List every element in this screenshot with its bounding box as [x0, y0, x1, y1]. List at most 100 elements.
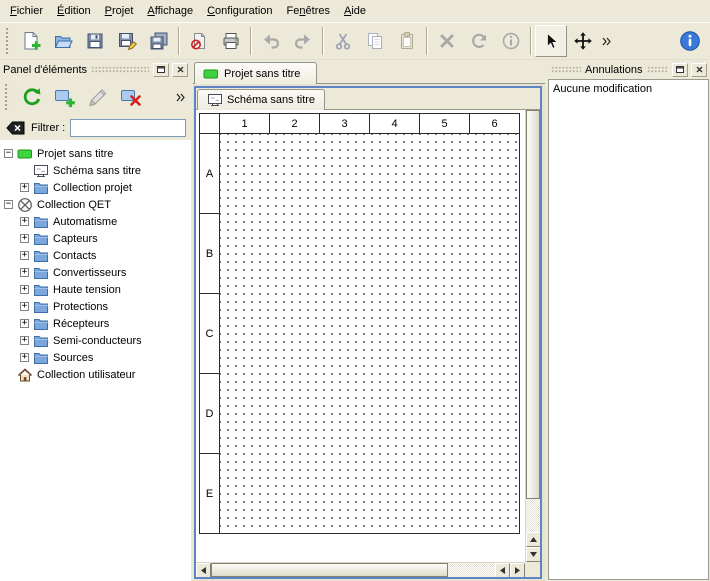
- menu-aide[interactable]: Aide: [337, 2, 373, 20]
- menu-projet[interactable]: Projet: [98, 2, 141, 20]
- undo-button[interactable]: [255, 25, 287, 57]
- redo-button[interactable]: [287, 25, 319, 57]
- tree-item-projet-sans-titre[interactable]: −Projet sans titre: [0, 145, 191, 162]
- copy-button[interactable]: [359, 25, 391, 57]
- expand-icon[interactable]: +: [20, 285, 29, 294]
- about-button[interactable]: [674, 25, 706, 57]
- select-tool-button[interactable]: [535, 25, 567, 57]
- column-header-1: 1: [220, 114, 270, 134]
- close-panel-button[interactable]: [691, 63, 707, 77]
- rotate-button[interactable]: [463, 25, 495, 57]
- new-document-icon: [21, 31, 41, 51]
- tree-item-automatisme[interactable]: +Automatisme: [0, 213, 191, 230]
- cut-button[interactable]: [327, 25, 359, 57]
- tree-item-sources[interactable]: +Sources: [0, 349, 191, 366]
- tree-item-schema-sans-titre[interactable]: Schéma sans titre: [0, 162, 191, 179]
- move-cross-icon: [573, 31, 593, 51]
- scroll-down-button[interactable]: [526, 547, 540, 562]
- arrow-up-icon: [530, 537, 537, 542]
- v-scroll-track[interactable]: [526, 499, 540, 532]
- close-file-button[interactable]: [183, 25, 215, 57]
- expand-icon[interactable]: +: [20, 319, 29, 328]
- pan-tool-button[interactable]: [567, 25, 599, 57]
- tree-item-recepteurs[interactable]: +Récepteurs: [0, 315, 191, 332]
- schema-icon: [33, 163, 49, 179]
- menu-fenetres[interactable]: Fenêtres: [280, 2, 337, 20]
- tree-item-contacts[interactable]: + Contacts: [0, 247, 191, 264]
- project-icon: [203, 66, 219, 82]
- delete-button[interactable]: [431, 25, 463, 57]
- save-button[interactable]: [79, 25, 111, 57]
- save-all-button[interactable]: [143, 25, 175, 57]
- collapse-icon[interactable]: −: [4, 200, 13, 209]
- expand-icon[interactable]: +: [20, 251, 29, 260]
- row-header-C: C: [200, 294, 220, 374]
- print-button[interactable]: [215, 25, 247, 57]
- expand-icon[interactable]: +: [20, 234, 29, 243]
- project-tab-label: Projet sans titre: [224, 68, 300, 80]
- row-headers: ABCDE: [200, 134, 220, 534]
- v-scroll-thumb[interactable]: [526, 110, 540, 499]
- expand-icon[interactable]: +: [20, 217, 29, 226]
- delete-element-button[interactable]: [116, 82, 146, 112]
- tree-item-haute-tension[interactable]: +Haute tension: [0, 281, 191, 298]
- clear-filter-button[interactable]: [5, 119, 26, 136]
- h-scroll-thumb[interactable]: [211, 563, 448, 577]
- redo-arrow-icon: [293, 31, 313, 51]
- scroll-left-button[interactable]: [495, 563, 510, 577]
- menu-edition[interactable]: Édition: [50, 2, 98, 20]
- tree-item-semi-conducteurs[interactable]: +Semi-conducteurs: [0, 332, 191, 349]
- horizontal-scrollbar[interactable]: [196, 562, 525, 577]
- expand-icon[interactable]: +: [20, 183, 29, 192]
- elements-toolbar-overflow-button[interactable]: [173, 85, 188, 109]
- elements-toolbar-grip[interactable]: [4, 83, 9, 111]
- menu-configuration[interactable]: Configuration: [200, 2, 279, 20]
- floppy-all-icon: [149, 31, 169, 51]
- tree-item-label: Contacts: [53, 250, 96, 262]
- tree-item-label: Collection utilisateur: [37, 369, 135, 381]
- tab-projet-sans-titre[interactable]: Projet sans titre: [194, 62, 317, 84]
- tree-item-collection-projet[interactable]: +Collection projet: [0, 179, 191, 196]
- tree-item-collection-qet[interactable]: −Collection QET: [0, 196, 191, 213]
- tools-overflow-button[interactable]: [599, 25, 614, 57]
- tree-item-label: Capteurs: [53, 233, 98, 245]
- tab-schema-sans-titre[interactable]: Schéma sans titre: [197, 89, 325, 110]
- scroll-up-button[interactable]: [526, 532, 540, 547]
- float-panel-button[interactable]: [672, 63, 688, 77]
- toolbar-grip[interactable]: [5, 27, 10, 55]
- expand-icon[interactable]: +: [20, 268, 29, 277]
- tree-item-convertisseurs[interactable]: +Convertisseurs: [0, 264, 191, 281]
- float-panel-button[interactable]: [153, 63, 169, 77]
- diagram-canvas[interactable]: [220, 134, 520, 534]
- edit-element-button[interactable]: [83, 82, 113, 112]
- vertical-scrollbar[interactable]: [525, 110, 540, 562]
- filter-input[interactable]: [70, 119, 186, 137]
- open-document-button[interactable]: [47, 25, 79, 57]
- row-header-B: B: [200, 214, 220, 294]
- main-area: Panel d'éléments Filtrer : −Projet sans …: [0, 60, 710, 581]
- expand-icon[interactable]: +: [20, 302, 29, 311]
- element-info-button[interactable]: [495, 25, 527, 57]
- tree-item-capteurs[interactable]: + Capteurs: [0, 230, 191, 247]
- folder-icon: [33, 282, 49, 298]
- scroll-right-button[interactable]: [510, 563, 525, 577]
- tree-item-label: Protections: [53, 301, 108, 313]
- reload-collections-button[interactable]: [17, 82, 47, 112]
- scroll-left-edge-button[interactable]: [196, 563, 211, 577]
- h-scroll-track[interactable]: [448, 563, 495, 577]
- close-panel-button[interactable]: [172, 63, 188, 77]
- menu-fichier[interactable]: Fichier: [3, 2, 50, 20]
- new-element-button[interactable]: [50, 82, 80, 112]
- paste-button[interactable]: [391, 25, 423, 57]
- undo-empty-text: Aucune modification: [553, 83, 704, 95]
- rotate-icon: [469, 31, 489, 51]
- collapse-icon[interactable]: −: [4, 149, 13, 158]
- save-as-button[interactable]: [111, 25, 143, 57]
- expand-icon[interactable]: +: [20, 353, 29, 362]
- new-document-button[interactable]: [15, 25, 47, 57]
- tree-item-collection-utilisateur[interactable]: Collection utilisateur: [0, 366, 191, 383]
- arrow-left-icon: [201, 567, 206, 574]
- menu-affichage[interactable]: Affichage: [140, 2, 200, 20]
- expand-icon[interactable]: +: [20, 336, 29, 345]
- tree-item-protections[interactable]: + Protections: [0, 298, 191, 315]
